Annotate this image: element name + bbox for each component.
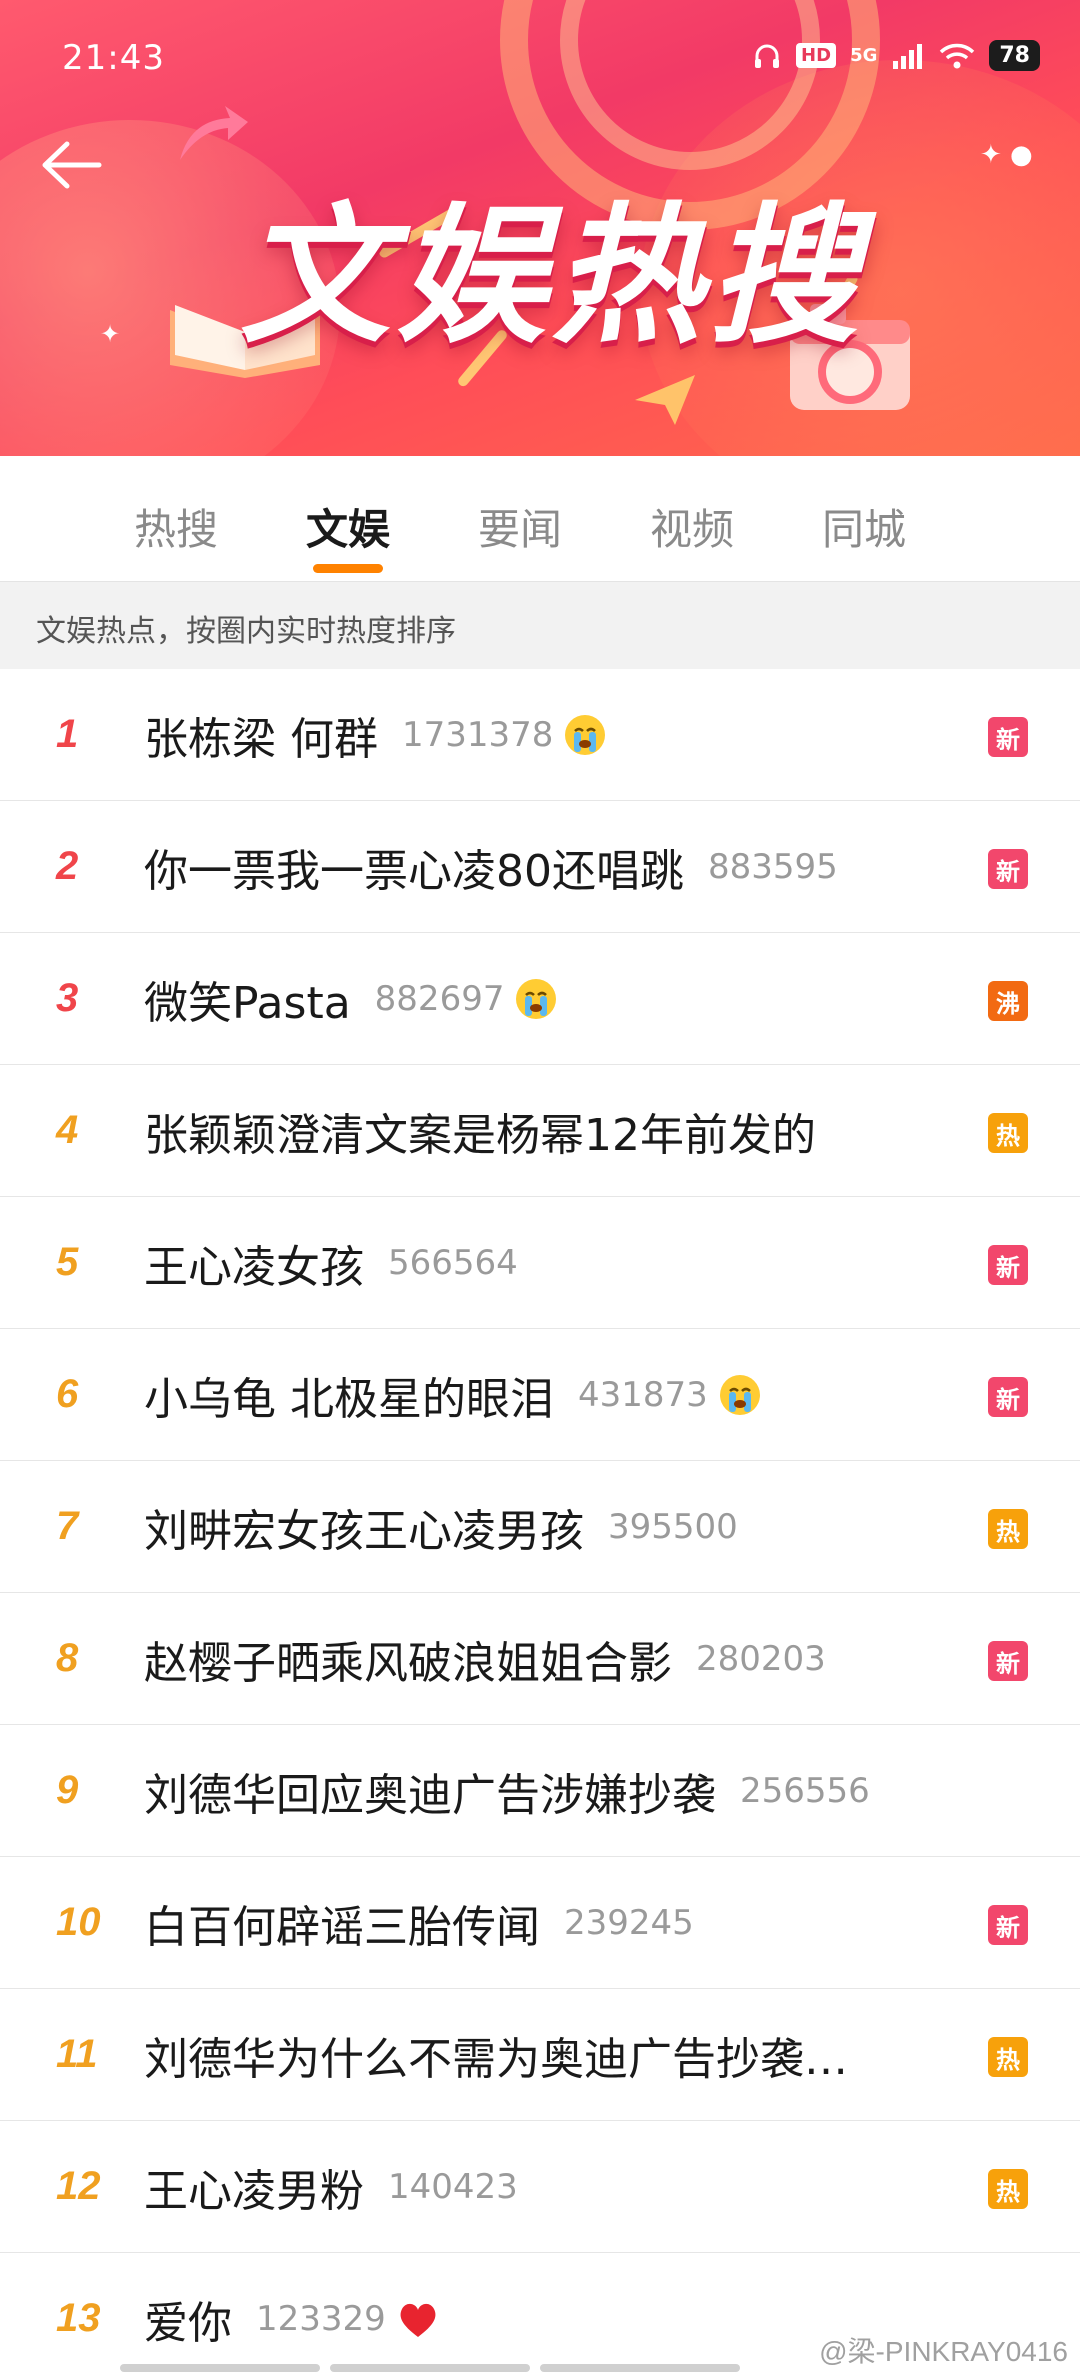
- list-item[interactable]: 1 张栋梁 何群 1731378 新: [0, 669, 1080, 801]
- list-item[interactable]: 5 王心凌女孩 566564 新: [0, 1197, 1080, 1329]
- heat-count: 140423: [388, 2166, 518, 2207]
- topic-title: 张栋梁 何群: [144, 713, 378, 765]
- tab-entertainment[interactable]: 文娱: [262, 456, 434, 581]
- rank-number: 6: [56, 1372, 79, 1416]
- list-description: 文娱热点，按圈内实时热度排序: [0, 581, 1080, 669]
- watermark: @梁-PINKRAY0416: [819, 2336, 1068, 2367]
- topic-title: 刘德华为什么不需为奥迪广告抄袭…: [144, 2033, 848, 2085]
- hd-icon: HD: [796, 43, 837, 68]
- topic-title: 王心凌女孩: [144, 1241, 364, 1293]
- network-label: 5G: [850, 44, 878, 66]
- topic-title: 微笑Pasta: [144, 977, 351, 1029]
- list-item[interactable]: 11 刘德华为什么不需为奥迪广告抄袭… 热: [0, 1989, 1080, 2121]
- heat-count: 882697: [374, 978, 505, 1019]
- topic-title: 张颖颖澄清文案是杨幂12年前发的: [144, 1109, 816, 1161]
- sparkle-icon: ✦: [100, 320, 121, 348]
- status-badge: 新: [988, 1377, 1028, 1417]
- status-badge: 沸: [988, 981, 1028, 1021]
- list-item[interactable]: 7 刘畊宏女孩王心凌男孩 395500 热: [0, 1461, 1080, 1593]
- tab-hot-search[interactable]: 热搜: [90, 456, 262, 581]
- rank-number: 9: [56, 1768, 79, 1812]
- list-item[interactable]: 2 你一票我一票心凌80还唱跳 883595 新: [0, 801, 1080, 933]
- status-badge: 新: [988, 1905, 1028, 1945]
- rank-number: 13: [56, 2296, 101, 2340]
- topic-title: 爱你: [144, 2297, 232, 2349]
- rank-number: 8: [56, 1636, 79, 1680]
- rank-number: 4: [56, 1108, 79, 1152]
- hot-search-list: 1 张栋梁 何群 1731378 新 2 你一票我一票心凌80还唱跳 883595 新 3 微笑P…: [0, 669, 1080, 2376]
- rank-number: 7: [56, 1504, 79, 1548]
- banner-title: 文娱热搜: [240, 190, 865, 364]
- status-badge: 新: [988, 717, 1028, 757]
- status-badge: 新: [988, 849, 1028, 889]
- topic-title: 刘畊宏女孩王心凌男孩: [144, 1505, 584, 1557]
- rank-number: 2: [56, 844, 79, 888]
- list-item[interactable]: 10 白百何辟谣三胎传闻 239245 新: [0, 1857, 1080, 1989]
- list-item[interactable]: 8 赵樱子晒乘风破浪姐姐合影 280203 新: [0, 1593, 1080, 1725]
- status-time: 21:43: [62, 38, 165, 78]
- status-bar: 21:43 HD 5G 78: [0, 0, 1080, 120]
- signal-icon: [893, 43, 923, 69]
- status-badge: 热: [988, 1113, 1028, 1153]
- back-arrow-icon: [42, 141, 102, 189]
- headphone-icon: [755, 44, 780, 68]
- status-icons: HD 5G 78: [752, 40, 1040, 71]
- heat-count: 566564: [388, 1242, 518, 1283]
- topic-title: 白百何辟谣三胎传闻: [144, 1901, 540, 1953]
- heat-count: 1731378: [402, 714, 554, 755]
- topic-title: 小乌龟 北极星的眼泪: [144, 1373, 554, 1425]
- crying-face-icon: [516, 978, 557, 1019]
- battery-indicator: 78: [989, 40, 1040, 71]
- topic-title: 你一票我一票心凌80还唱跳: [144, 845, 684, 897]
- tab-video[interactable]: 视频: [606, 456, 778, 581]
- heat-count: 239245: [564, 1902, 694, 1943]
- wifi-icon: [940, 43, 975, 68]
- heart-icon: [400, 2303, 436, 2337]
- status-badge: 新: [988, 1245, 1028, 1285]
- topic-title: 王心凌男粉: [144, 2165, 364, 2217]
- heat-count: 883595: [708, 846, 838, 887]
- rank-number: 12: [56, 2164, 101, 2208]
- topic-title: 刘德华回应奥迪广告涉嫌抄袭: [144, 1769, 716, 1821]
- category-tabs: 热搜 文娱 要闻 视频 同城: [0, 456, 1080, 581]
- rank-number: 10: [56, 1900, 101, 1944]
- rank-number: 11: [56, 2032, 98, 2076]
- list-item[interactable]: 9 刘德华回应奥迪广告涉嫌抄袭 256556: [0, 1725, 1080, 1857]
- heat-count: 395500: [608, 1506, 738, 1547]
- topic-title: 赵樱子晒乘风破浪姐姐合影: [144, 1637, 672, 1689]
- bottom-indicator: [120, 2364, 740, 2372]
- heat-count: 256556: [740, 1770, 870, 1811]
- back-button[interactable]: [36, 130, 106, 200]
- tab-news[interactable]: 要闻: [434, 456, 606, 581]
- list-item[interactable]: 6 小乌龟 北极星的眼泪 431873 新: [0, 1329, 1080, 1461]
- rank-number: 1: [56, 712, 79, 756]
- status-badge: 热: [988, 2169, 1028, 2209]
- crying-face-icon: [719, 1374, 760, 1415]
- heat-count: 431873: [578, 1374, 708, 1415]
- rank-number: 3: [56, 976, 79, 1020]
- sparkle-icon: ✦ ●: [980, 140, 1033, 170]
- tab-local[interactable]: 同城: [778, 456, 950, 581]
- rank-number: 5: [56, 1240, 79, 1284]
- list-item[interactable]: 4 张颖颖澄清文案是杨幂12年前发的 热: [0, 1065, 1080, 1197]
- status-badge: 热: [988, 2037, 1028, 2077]
- list-item[interactable]: 12 王心凌男粉 140423 热: [0, 2121, 1080, 2253]
- list-item[interactable]: 3 微笑Pasta 882697 沸: [0, 933, 1080, 1065]
- paper-plane-icon: [635, 375, 695, 425]
- status-badge: 热: [988, 1509, 1028, 1549]
- heat-count: 280203: [696, 1638, 826, 1679]
- crying-face-icon: [565, 714, 606, 755]
- heat-count: 123329: [256, 2298, 386, 2339]
- status-badge: 新: [988, 1641, 1028, 1681]
